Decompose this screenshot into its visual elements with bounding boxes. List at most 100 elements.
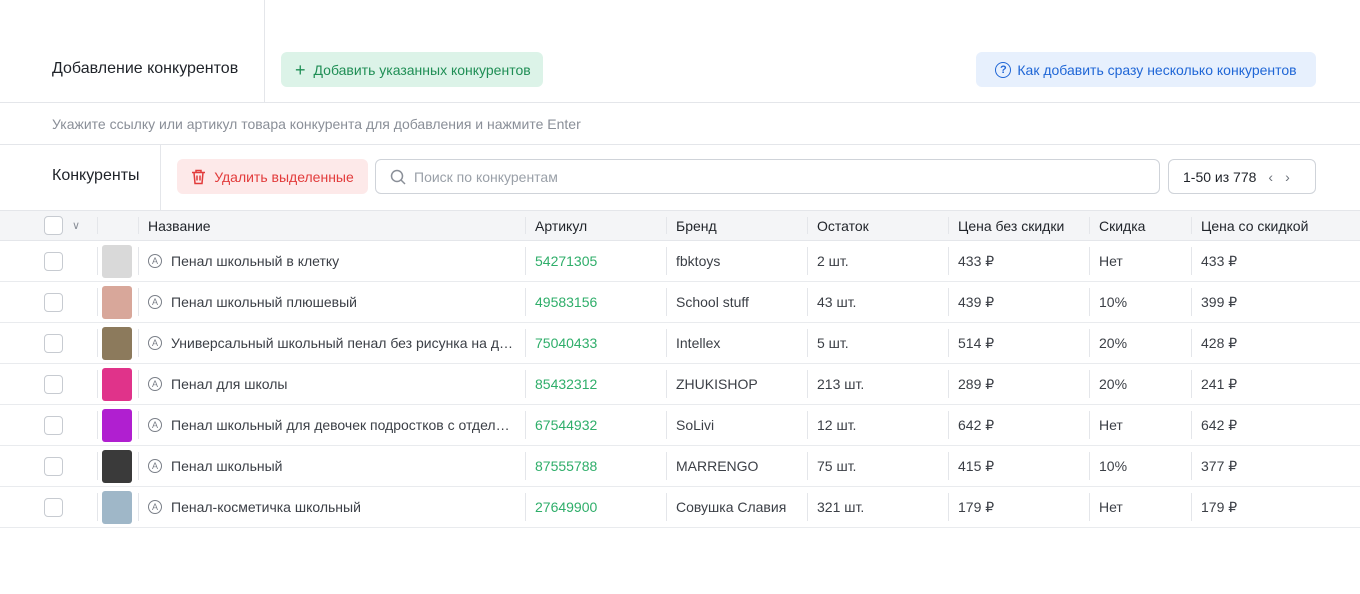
thumbnail-cell: [97, 323, 138, 363]
product-name[interactable]: Пенал для школы: [171, 376, 287, 392]
final-price-cell: 241 ₽: [1191, 364, 1360, 404]
row-checkbox[interactable]: [44, 415, 63, 435]
row-checkbox[interactable]: [44, 333, 63, 353]
name-cell: A Пенал школьный плюшевый: [138, 282, 525, 322]
circle-a-icon: A: [148, 418, 162, 432]
stock-cell: 2 шт.: [807, 241, 948, 281]
pagination-range: 1-50 из 778: [1183, 168, 1257, 185]
product-name[interactable]: Пенал школьный для девочек подростков с …: [171, 417, 516, 433]
product-name[interactable]: Пенал-косметичка школьный: [171, 499, 361, 515]
plus-icon: +: [295, 59, 306, 80]
thumbnail-cell: [97, 282, 138, 322]
discount-cell: 10%: [1089, 446, 1191, 486]
row-select-cell: [0, 323, 97, 363]
image-column-header: [97, 211, 138, 240]
row-checkbox[interactable]: [44, 251, 63, 271]
circle-a-icon: A: [148, 459, 162, 473]
product-thumbnail[interactable]: [102, 490, 132, 524]
competitor-link-input[interactable]: [52, 116, 852, 132]
price-cell: 514 ₽: [948, 323, 1089, 363]
search-icon: [390, 169, 406, 185]
product-name[interactable]: Пенал школьный плюшевый: [171, 294, 357, 310]
article-cell: 27649900: [525, 487, 666, 527]
article-link[interactable]: 85432312: [535, 376, 597, 392]
price-cell: 415 ₽: [948, 446, 1089, 486]
table-row[interactable]: A Универсальный школьный пенал без рисунк…: [0, 323, 1360, 364]
row-select-cell: [0, 364, 97, 404]
discount-cell: Нет: [1089, 487, 1191, 527]
pagination: 1-50 из 778 ‹ ›: [1168, 159, 1316, 194]
discount-cell: 10%: [1089, 282, 1191, 322]
search-field[interactable]: [375, 159, 1160, 194]
product-name[interactable]: Пенал школьный: [171, 458, 283, 474]
product-thumbnail[interactable]: [102, 285, 132, 319]
product-thumbnail[interactable]: [102, 367, 132, 401]
chevron-right-icon[interactable]: ›: [1285, 169, 1290, 185]
thumbnail-cell: [97, 241, 138, 281]
table-row[interactable]: A Пенал школьный для девочек подростков с…: [0, 405, 1360, 446]
article-link[interactable]: 87555788: [535, 458, 597, 474]
table-row[interactable]: A Пенал-косметичка школьный 27649900 Совушк…: [0, 487, 1360, 528]
select-all-checkbox[interactable]: [44, 216, 63, 235]
delete-selected-label: Удалить выделенные: [214, 168, 354, 185]
product-name[interactable]: Универсальный школьный пенал без рисунка…: [171, 335, 516, 351]
column-header-stock[interactable]: Остаток: [807, 211, 948, 240]
circle-a-icon: A: [148, 336, 162, 350]
price-cell: 289 ₽: [948, 364, 1089, 404]
row-checkbox[interactable]: [44, 497, 63, 517]
name-cell: A Пенал школьный для девочек подростков с…: [138, 405, 525, 445]
final-price-cell: 428 ₽: [1191, 323, 1360, 363]
circle-a-icon: A: [148, 377, 162, 391]
table-row[interactable]: A Пенал школьный плюшевый 49583156 School s…: [0, 282, 1360, 323]
row-select-cell: [0, 405, 97, 445]
row-select-cell: [0, 446, 97, 486]
product-thumbnail[interactable]: [102, 449, 132, 483]
chevron-left-icon[interactable]: ‹: [1268, 169, 1273, 185]
row-checkbox[interactable]: [44, 374, 63, 394]
article-cell: 67544932: [525, 405, 666, 445]
table-row[interactable]: A Пенал школьный 87555788 MARRENGO 75 шт. 415…: [0, 446, 1360, 487]
product-thumbnail[interactable]: [102, 408, 132, 442]
column-header-price[interactable]: Цена без скидки: [948, 211, 1089, 240]
column-header-final-price[interactable]: Цена со скидкой: [1191, 211, 1360, 240]
brand-cell: Совушка Славия: [666, 487, 807, 527]
article-link[interactable]: 75040433: [535, 335, 597, 351]
brand-cell: SoLivi: [666, 405, 807, 445]
column-header-discount[interactable]: Скидка: [1089, 211, 1191, 240]
product-thumbnail[interactable]: [102, 244, 132, 278]
column-header-article[interactable]: Артикул: [525, 211, 666, 240]
article-link[interactable]: 49583156: [535, 294, 597, 310]
article-link[interactable]: 67544932: [535, 417, 597, 433]
column-header-name[interactable]: Название: [138, 211, 525, 240]
search-input[interactable]: [414, 168, 1114, 185]
delete-selected-button[interactable]: Удалить выделенные: [177, 159, 368, 194]
competitors-table: ∨ Название Артикул Бренд Остаток Цена бе…: [0, 210, 1360, 528]
help-bulk-add-button[interactable]: ? Как добавить сразу несколько конкурент…: [976, 52, 1316, 87]
row-checkbox[interactable]: [44, 456, 63, 476]
toolbar-divider: [160, 145, 161, 210]
row-checkbox[interactable]: [44, 292, 63, 312]
chevron-down-icon[interactable]: ∨: [72, 219, 80, 232]
help-bulk-add-label: Как добавить сразу несколько конкурентов: [1017, 61, 1297, 78]
row-select-cell: [0, 241, 97, 281]
brand-cell: MARRENGO: [666, 446, 807, 486]
article-link[interactable]: 27649900: [535, 499, 597, 515]
page-title: Добавление конкурентов: [52, 60, 239, 77]
table-row[interactable]: A Пенал для школы 85432312 ZHUKISHOP 213 шт.…: [0, 364, 1360, 405]
add-competitors-label: Добавить указанных конкурентов: [313, 61, 531, 78]
competitors-title: Конкуренты: [52, 167, 140, 184]
product-name[interactable]: Пенал школьный в клетку: [171, 253, 339, 269]
article-cell: 75040433: [525, 323, 666, 363]
circle-a-icon: A: [148, 500, 162, 514]
discount-cell: Нет: [1089, 241, 1191, 281]
article-cell: 49583156: [525, 282, 666, 322]
product-thumbnail[interactable]: [102, 326, 132, 360]
name-cell: A Пенал для школы: [138, 364, 525, 404]
article-cell: 87555788: [525, 446, 666, 486]
add-competitors-button[interactable]: + Добавить указанных конкурентов: [281, 52, 543, 87]
table-row[interactable]: A Пенал школьный в клетку 54271305 fbktoys 2…: [0, 241, 1360, 282]
thumbnail-cell: [97, 446, 138, 486]
column-header-brand[interactable]: Бренд: [666, 211, 807, 240]
name-cell: A Пенал школьный: [138, 446, 525, 486]
article-link[interactable]: 54271305: [535, 253, 597, 269]
